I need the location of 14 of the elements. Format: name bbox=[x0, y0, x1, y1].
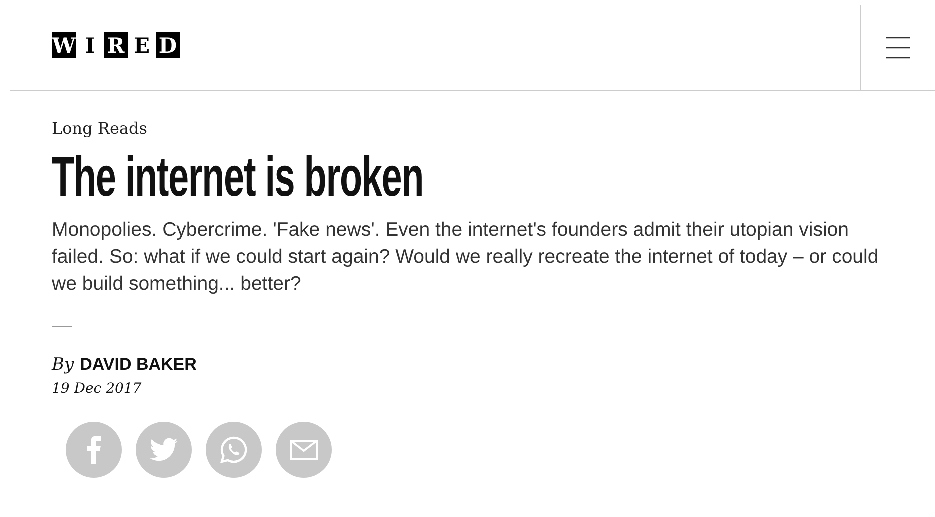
author-name[interactable]: DAVID BAKER bbox=[80, 355, 197, 375]
facebook-icon bbox=[87, 436, 101, 464]
chat-phone-icon bbox=[219, 435, 249, 465]
menu-icon[interactable] bbox=[886, 36, 910, 58]
section-label: Long Reads bbox=[52, 119, 148, 138]
envelope-icon bbox=[290, 440, 318, 460]
logo-letter: R bbox=[104, 32, 128, 58]
logo-letter: W bbox=[52, 32, 76, 58]
publish-date: 19 Dec 2017 bbox=[52, 381, 142, 397]
logo-letter: D bbox=[156, 32, 180, 58]
byline-prefix: By bbox=[52, 355, 74, 375]
standfirst-text: Monopolies. Cybercrime. 'Fake news'. Even the internet's founders admit their utopian vision failed. So: what if we could start again? Would we really recreate the internet of today – or could we build something... better? bbox=[52, 218, 880, 297]
article-title: The internet is broken bbox=[52, 147, 424, 207]
bird-icon bbox=[150, 438, 178, 462]
